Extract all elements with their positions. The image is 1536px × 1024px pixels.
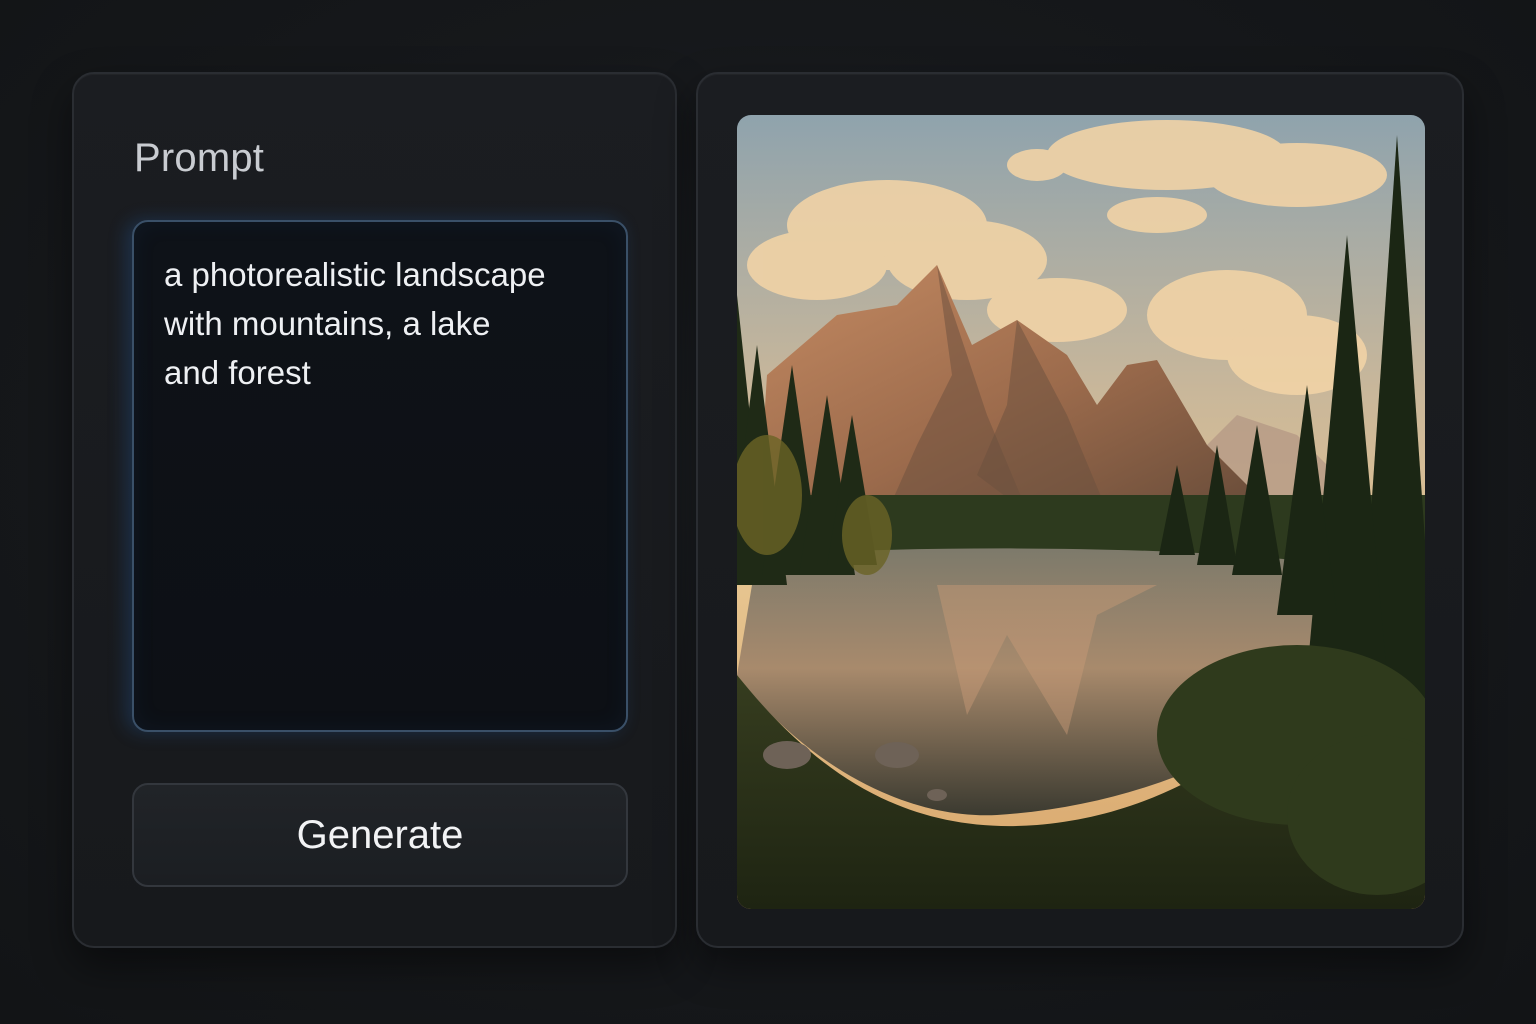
prompt-label: Prompt (134, 136, 265, 180)
prompt-input[interactable]: a photorealistic landscape with mountain… (132, 220, 628, 732)
generated-image (737, 115, 1425, 909)
output-panel (696, 72, 1464, 948)
generate-button[interactable]: Generate (132, 783, 628, 887)
prompt-panel: Prompt a photorealistic landscape with m… (72, 72, 677, 948)
